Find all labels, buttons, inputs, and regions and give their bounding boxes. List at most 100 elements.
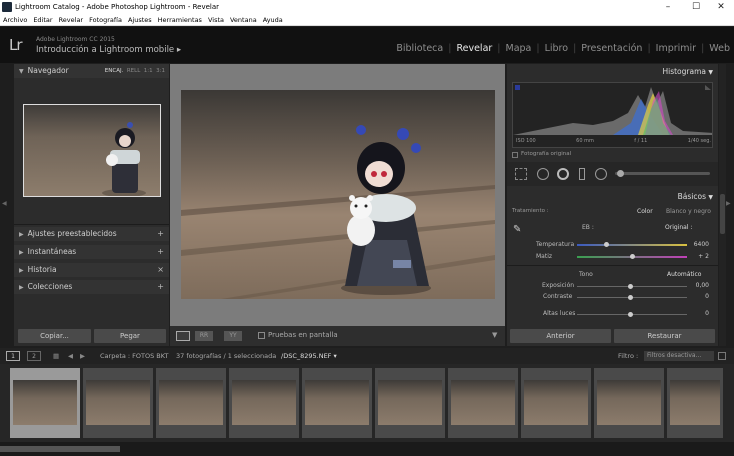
image-canvas[interactable] [170, 64, 505, 326]
basic-header[interactable]: Básicos ▼ [507, 190, 718, 204]
right-panel-scrollbar[interactable] [719, 64, 726, 346]
filmstrip-thumbnail[interactable] [229, 368, 299, 438]
back-arrow-icon[interactable]: ◀ [68, 348, 73, 364]
histogram-header[interactable]: Histograma ▼ [507, 64, 718, 80]
radial-filter-icon[interactable] [595, 168, 607, 180]
module-libro[interactable]: Libro [541, 43, 572, 54]
wb-select[interactable]: Original : [665, 224, 692, 231]
survey-icon[interactable]: YY [224, 331, 242, 341]
main-window-button[interactable]: 1 [6, 351, 20, 361]
filmstrip-thumbnail[interactable] [375, 368, 445, 438]
red-eye-icon[interactable] [557, 168, 569, 180]
treatment-label: Tratamiento : [512, 208, 549, 214]
contrast-slider-knob[interactable] [628, 295, 633, 300]
history-header[interactable]: ▶ Historia × [14, 263, 169, 277]
navigator-header[interactable]: ▼ Navegador ENCAJ. RELL 1:1 3:1 [14, 64, 169, 78]
filmstrip-thumbnail[interactable] [667, 368, 723, 438]
filmstrip-scrollbar[interactable] [0, 442, 734, 456]
navigator-preview[interactable] [23, 104, 161, 197]
filmstrip-scroll-thumb[interactable] [0, 446, 120, 452]
loupe-view-icon[interactable] [176, 331, 190, 341]
grid-view-icon[interactable]: ▦ [53, 348, 59, 364]
clear-history-icon[interactable]: × [157, 263, 164, 277]
toolbar-menu-chevron-icon[interactable]: ▼ [492, 331, 497, 339]
presets-header[interactable]: ▶ Ajustes preestablecidos + [14, 227, 169, 241]
tint-value[interactable]: + 2 [687, 253, 709, 260]
filmstrip-thumbnail[interactable] [10, 368, 80, 438]
original-photo-checkbox[interactable] [512, 152, 518, 158]
forward-arrow-icon[interactable]: ▶ [80, 348, 85, 364]
graduated-filter-icon[interactable] [579, 168, 585, 180]
module-presentacion[interactable]: Presentación [577, 43, 646, 54]
white-balance-eyedropper-icon[interactable]: ✎ [513, 224, 525, 238]
zoom-3-1[interactable]: 3:1 [156, 68, 165, 74]
menu-editar[interactable]: Editar [33, 14, 52, 25]
previous-button[interactable]: Anterior [510, 329, 611, 343]
menu-revelar[interactable]: Revelar [59, 14, 84, 25]
filmstrip-thumbnail[interactable] [302, 368, 372, 438]
lightroom-mobile-link[interactable]: Introducción a Lightroom mobile ▸ [36, 45, 181, 55]
temperature-slider[interactable] [577, 244, 687, 246]
brush-slider-knob[interactable] [617, 170, 624, 177]
treatment-color-option[interactable]: Color [637, 208, 653, 215]
module-imprimir[interactable]: Imprimir [652, 43, 700, 54]
module-revelar[interactable]: Revelar [452, 43, 496, 54]
tint-slider-knob[interactable] [630, 254, 635, 259]
filter-select[interactable]: Filtros desactiva... [644, 351, 714, 361]
reset-button[interactable]: Restaurar [614, 329, 715, 343]
module-mapa[interactable]: Mapa [502, 43, 536, 54]
exposure-label: Exposición [542, 282, 575, 289]
module-web[interactable]: Web [705, 43, 734, 54]
filmstrip-thumbnail[interactable] [521, 368, 591, 438]
add-collection-icon[interactable]: + [157, 280, 164, 294]
temperature-value[interactable]: 6400 [687, 241, 709, 248]
menu-ayuda[interactable]: Ayuda [263, 14, 283, 25]
filmstrip-thumbnail[interactable] [448, 368, 518, 438]
scrollbar-thumb[interactable] [720, 194, 725, 234]
soft-proof-checkbox[interactable] [258, 332, 265, 339]
zoom-1-1[interactable]: 1:1 [144, 68, 153, 74]
menu-vista[interactable]: Vista [208, 14, 224, 25]
source-label[interactable]: Carpeta : FOTOS BKT [100, 348, 169, 364]
collections-header[interactable]: ▶ Colecciones + [14, 280, 169, 294]
zoom-fill[interactable]: RELL [127, 68, 140, 74]
presets-title: Ajustes preestablecidos [27, 229, 117, 238]
maximize-button[interactable]: ☐ [683, 0, 709, 14]
filmstrip-thumbnail[interactable] [83, 368, 153, 438]
exposure-value[interactable]: 0,00 [687, 282, 709, 289]
auto-tone-button[interactable]: Automático [667, 271, 701, 278]
main-photo[interactable] [181, 90, 495, 299]
module-biblioteca[interactable]: Biblioteca [392, 43, 447, 54]
histogram-graph[interactable]: ISO 100 60 mm f / 11 1/40 seg. [512, 82, 713, 148]
filename-label[interactable]: /DSC_8295.NEF ▾ [281, 348, 337, 364]
left-panel-toggle-icon[interactable]: ◀ [2, 200, 7, 207]
menu-ventana[interactable]: Ventana [230, 14, 257, 25]
crop-tool-icon[interactable] [515, 168, 527, 180]
add-preset-icon[interactable]: + [157, 227, 164, 241]
spot-removal-icon[interactable] [537, 168, 549, 180]
menu-herramientas[interactable]: Herramientas [158, 14, 202, 25]
zoom-fit[interactable]: ENCAJ. [105, 68, 124, 74]
treatment-bw-option[interactable]: Blanco y negro [666, 208, 711, 215]
highlights-value[interactable]: 0 [687, 310, 709, 317]
temperature-slider-knob[interactable] [604, 242, 609, 247]
add-snapshot-icon[interactable]: + [157, 245, 164, 259]
menu-fotografia[interactable]: Fotografía [89, 14, 122, 25]
highlights-slider-knob[interactable] [628, 312, 633, 317]
second-window-button[interactable]: 2 [27, 351, 41, 361]
contrast-value[interactable]: 0 [687, 293, 709, 300]
minimize-button[interactable]: – [655, 0, 681, 14]
filmstrip-thumbnail[interactable] [156, 368, 226, 438]
snapshots-header[interactable]: ▶ Instantáneas + [14, 245, 169, 259]
menu-ajustes[interactable]: Ajustes [128, 14, 152, 25]
menu-archivo[interactable]: Archivo [3, 14, 27, 25]
copy-button[interactable]: Copiar... [18, 329, 91, 343]
filmstrip-thumbnail[interactable] [594, 368, 664, 438]
filter-toggle-icon[interactable] [718, 352, 726, 360]
before-after-icon[interactable]: RR [195, 331, 213, 341]
paste-button[interactable]: Pegar [94, 329, 166, 343]
close-button[interactable]: ✕ [708, 0, 734, 14]
exposure-slider-knob[interactable] [628, 284, 633, 289]
right-panel-toggle-icon[interactable]: ▶ [726, 200, 731, 207]
brush-slider[interactable] [615, 172, 710, 175]
